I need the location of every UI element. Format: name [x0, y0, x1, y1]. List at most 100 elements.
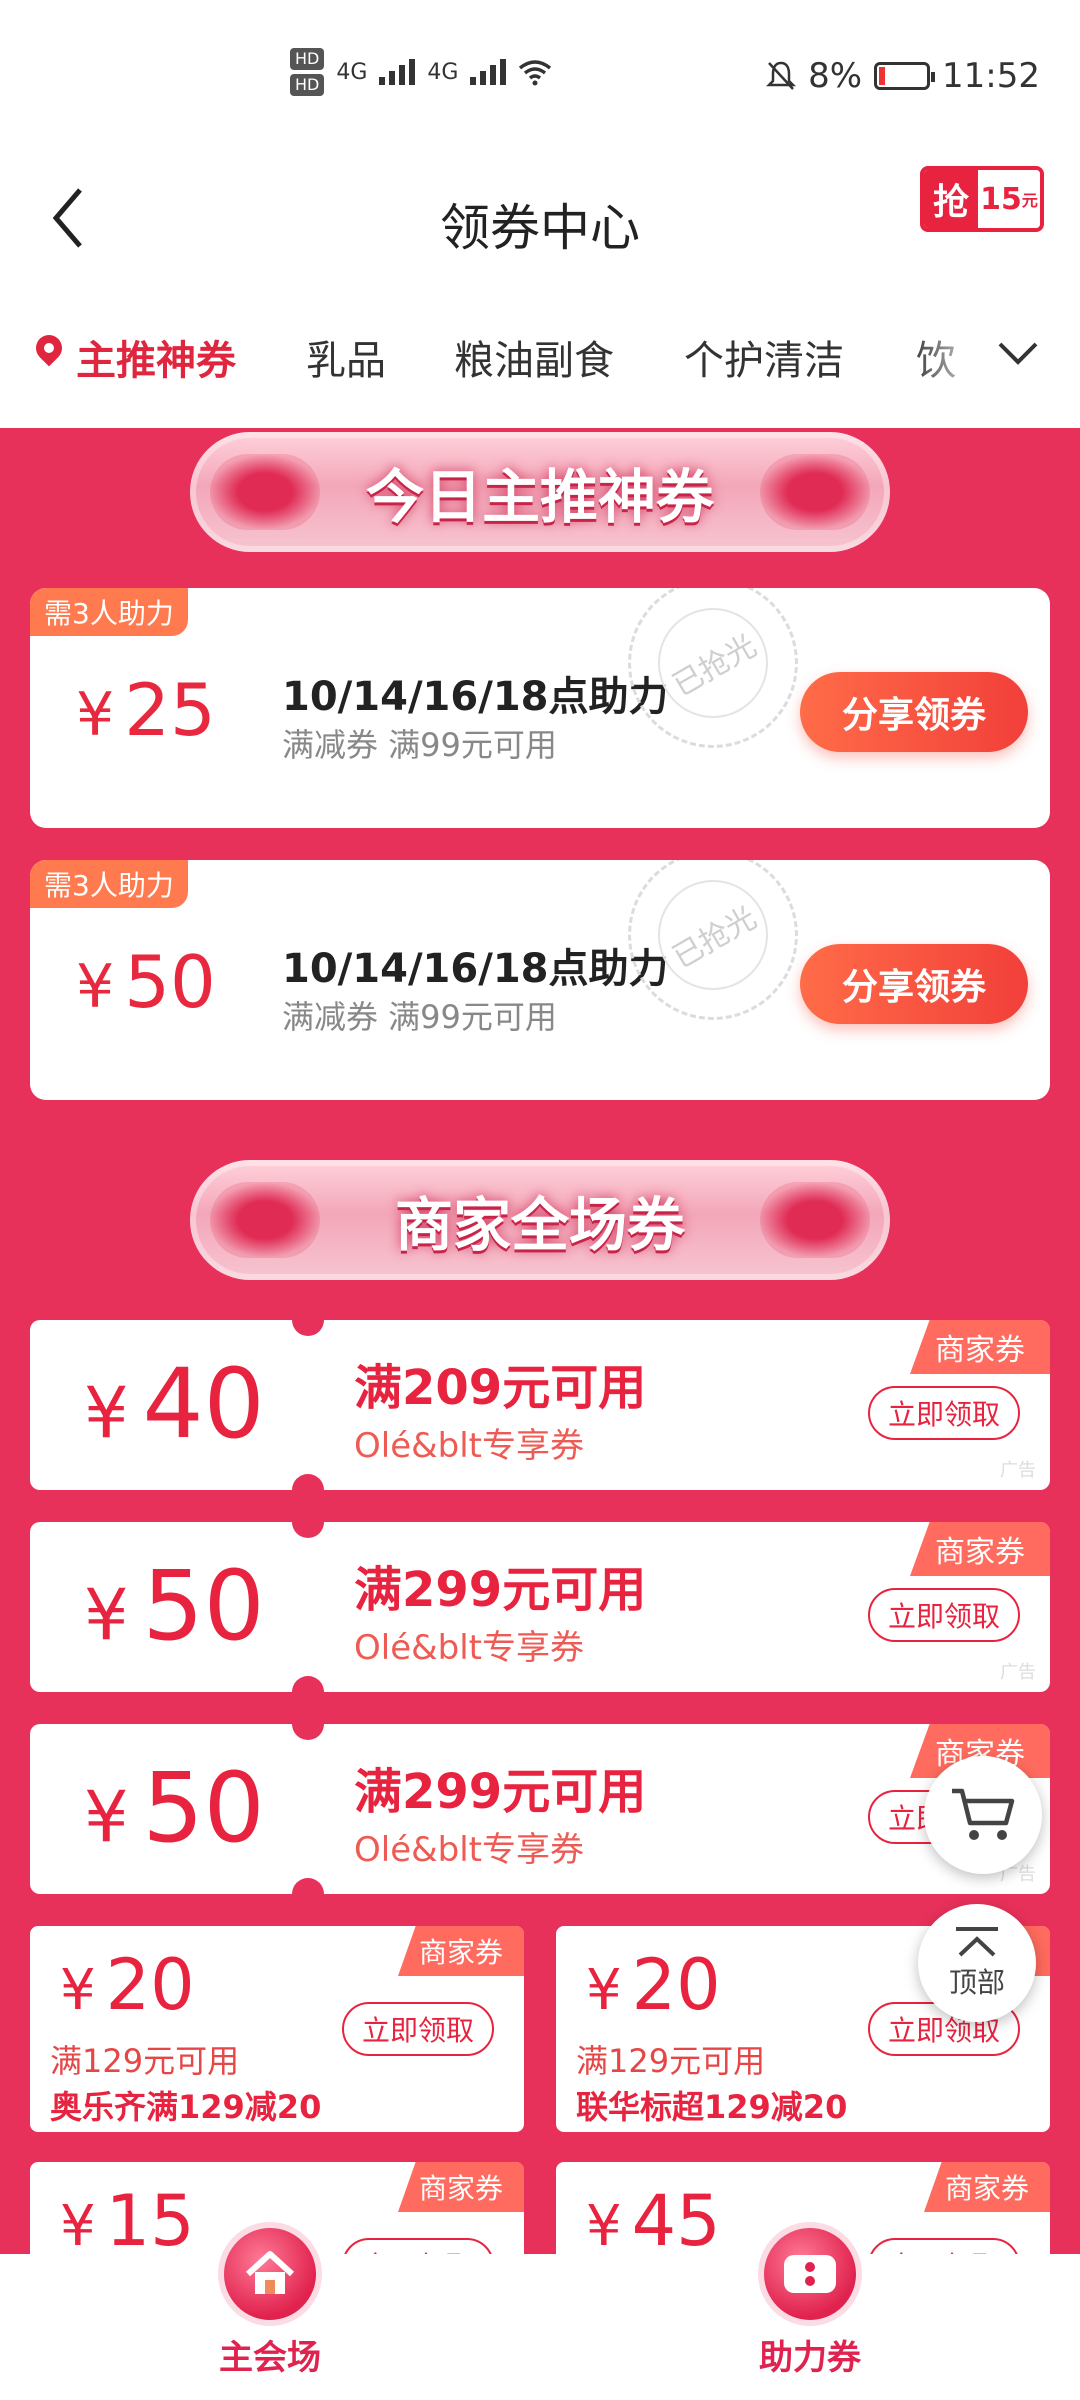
claim-button[interactable]: 立即领取 — [342, 2002, 494, 2056]
currency-symbol: ¥ — [76, 952, 115, 1022]
coupon-condition: 满129元可用 — [50, 2042, 240, 2080]
tab-featured[interactable]: 主推神券 — [76, 328, 236, 386]
amount-value: 20 — [105, 1944, 195, 2026]
claim-button[interactable]: 立即领取 — [868, 1588, 1020, 1642]
currency-symbol: ¥ — [76, 680, 115, 750]
help-tag: 需3人助力 — [30, 860, 188, 908]
page-title: 领券中心 — [440, 199, 640, 257]
merchant-coupon-card-2[interactable]: ¥50 满299元可用 Olé&blt专享券 商家券 立即领取 广告 — [30, 1522, 1050, 1692]
coupon-center-page: HD HD 4G 4G 8% 11:52 领券中心 抢 15 元 主推神券 乳品 … — [0, 0, 1080, 2400]
grab-coupon-badge[interactable]: 抢 15 元 — [920, 166, 1044, 232]
claim-button[interactable]: 立即领取 — [868, 1386, 1020, 1440]
merchant-tag: 商家券 — [398, 2162, 524, 2212]
currency-symbol: ¥ — [60, 1958, 96, 2023]
merchant-coupon-card-1[interactable]: ¥40 满209元可用 Olé&blt专享券 商家券 立即领取 广告 — [30, 1320, 1050, 1490]
coupon-amount: ¥20 — [586, 1944, 721, 2026]
chevron-down-icon[interactable] — [996, 338, 1040, 368]
merchant-tag: 商家券 — [398, 1926, 524, 1976]
coupon-desc: Olé&blt专享券 — [354, 1628, 584, 1668]
nav-label: 主会场 — [219, 2338, 321, 2378]
grab-char: 抢 — [924, 170, 978, 228]
coupon-title: 10/14/16/18点助力 — [282, 946, 669, 992]
coupon-condition: 满299元可用 — [354, 1562, 647, 1618]
bottom-nav: 主会场 助力券 — [0, 2222, 1080, 2400]
clock: 11:52 — [942, 56, 1040, 96]
network-4g-label-2: 4G — [427, 59, 459, 85]
amount-value: 45 — [631, 2180, 721, 2262]
ticket-notch-bottom — [292, 1676, 324, 1692]
merchant-tag: 商家券 — [910, 1522, 1050, 1576]
merchant-coupon-card-3[interactable]: ¥50 满299元可用 Olé&blt专享券 商家券 立即领取 广告 — [30, 1724, 1050, 1894]
amount-value: 50 — [142, 1752, 265, 1864]
merchant-tag: 商家券 — [910, 1320, 1050, 1374]
currency-symbol: ¥ — [84, 1574, 129, 1656]
grab-amount: 15 — [980, 181, 1022, 217]
coupon-condition: 满209元可用 — [354, 1360, 647, 1416]
amount-value: 15 — [105, 2180, 195, 2262]
coupon-amount: ¥45 — [586, 2180, 721, 2262]
coupon-name: 奥乐齐满129减20 — [50, 2088, 322, 2126]
tab-personal-care[interactable]: 个护清洁 — [684, 328, 844, 386]
amount-value: 50 — [142, 1550, 265, 1662]
home-icon — [218, 2222, 322, 2326]
coupon-amount: ¥40 — [84, 1348, 265, 1460]
merchant-section-banner: 商家全场券 — [190, 1160, 890, 1280]
arrow-up-icon — [956, 1927, 998, 1957]
ad-label: 广告 — [1000, 1662, 1036, 1683]
signal-icon — [379, 59, 416, 85]
coupon-name: 联华标超129减20 — [576, 2088, 848, 2126]
grab-unit: 元 — [1021, 191, 1038, 210]
ticket-notch-bottom — [292, 1474, 324, 1490]
currency-symbol: ¥ — [84, 1776, 129, 1858]
amount-value: 25 — [124, 668, 216, 752]
coupon-condition: 满299元可用 — [354, 1764, 647, 1820]
coupon-amount: ¥50 — [84, 1752, 265, 1864]
help-coupon-card-1: 需3人助力 ¥25 10/14/16/18点助力 满减券 满99元可用 已抢光 … — [30, 588, 1050, 828]
tab-grain-oil[interactable]: 粮油副食 — [454, 328, 614, 386]
sold-out-stamp: 已抢光 — [628, 588, 798, 748]
small-coupon-card-1[interactable]: ¥20 满129元可用 奥乐齐满129减20 商家券 立即领取 — [30, 1926, 524, 2132]
back-to-top-label: 顶部 — [948, 1966, 1005, 1999]
stamp-text: 已抢光 — [637, 860, 789, 1011]
coupon-amount: ¥50 — [84, 1550, 265, 1662]
coupon-amount: ¥25 — [76, 668, 216, 752]
battery-percent: 8% — [808, 56, 863, 96]
help-tag: 需3人助力 — [30, 588, 188, 636]
sim-indicators: HD HD — [290, 48, 325, 96]
share-claim-button[interactable]: 分享领券 — [800, 944, 1028, 1024]
coupon-desc: Olé&blt专享券 — [354, 1830, 584, 1870]
ad-label: 广告 — [1000, 1460, 1036, 1481]
sim2-hd-badge: HD — [290, 74, 325, 96]
nav-main-venue[interactable]: 主会场 — [160, 2222, 380, 2400]
coupon-condition: 满129元可用 — [576, 2042, 766, 2080]
coupon-icon — [758, 2222, 862, 2326]
cart-fab[interactable] — [924, 1756, 1042, 1874]
merchant-section-title: 商家全场券 — [394, 1191, 685, 1259]
status-right: 8% 11:52 — [766, 56, 1040, 96]
share-claim-button[interactable]: 分享领券 — [800, 672, 1028, 752]
coupon-amount: ¥20 — [60, 1944, 195, 2026]
currency-symbol: ¥ — [586, 1958, 622, 2023]
ticket-notch-bottom — [292, 1878, 324, 1894]
back-to-top-fab[interactable]: 顶部 — [918, 1904, 1036, 2022]
nav-help-coupons[interactable]: 助力券 — [700, 2222, 920, 2400]
status-bar: HD HD 4G 4G 8% 11:52 — [0, 0, 1080, 150]
currency-symbol: ¥ — [60, 2194, 96, 2259]
ticket-notch-top — [292, 1724, 324, 1740]
grab-value: 15 元 — [978, 170, 1040, 228]
currency-symbol: ¥ — [84, 1372, 129, 1454]
merchant-tag: 商家券 — [924, 2162, 1050, 2212]
coupon-desc: Olé&blt专享券 — [354, 1426, 584, 1466]
sim1-hd-badge: HD — [290, 48, 325, 70]
wifi-icon — [519, 60, 552, 86]
signal-icon-2 — [470, 59, 507, 85]
coupon-amount: ¥15 — [60, 2180, 195, 2262]
nav-header: 领券中心 抢 15 元 — [0, 150, 1080, 300]
sold-out-stamp: 已抢光 — [628, 860, 798, 1020]
tab-dairy[interactable]: 乳品 — [306, 328, 386, 386]
amount-value: 40 — [142, 1348, 265, 1460]
nav-label: 助力券 — [759, 2338, 861, 2378]
battery-icon — [874, 62, 936, 90]
stamp-text: 已抢光 — [637, 588, 789, 739]
coupon-title: 10/14/16/18点助力 — [282, 674, 669, 720]
